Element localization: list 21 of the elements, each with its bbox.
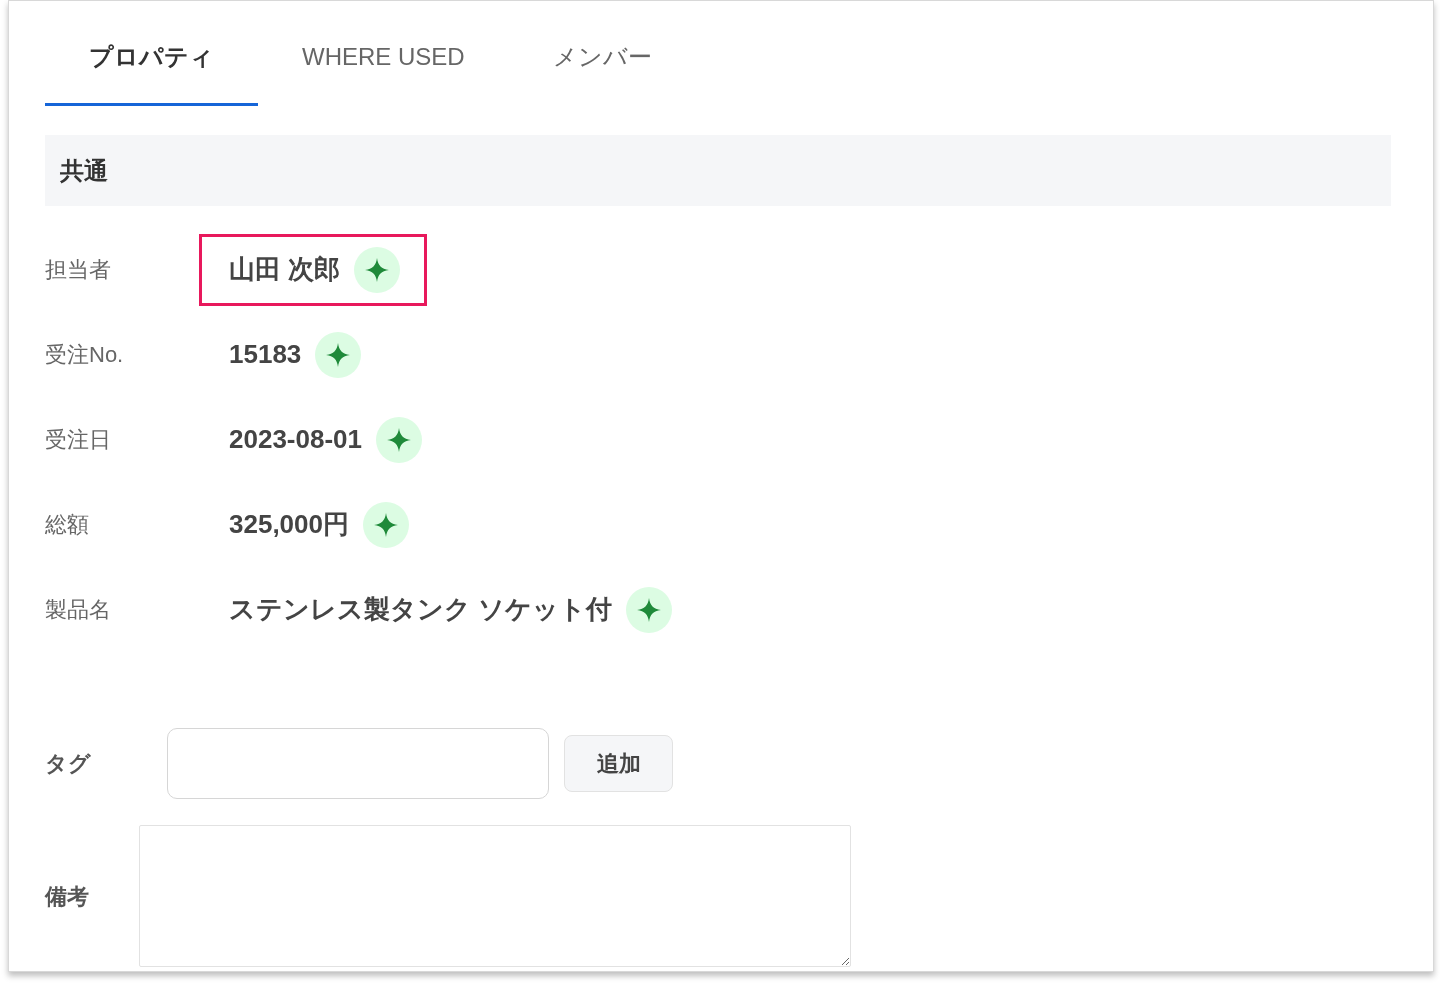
add-button[interactable]: 追加 (564, 735, 673, 792)
field-value: ステンレス製タンク ソケット付 (229, 593, 613, 626)
sparkle-icon[interactable] (363, 501, 409, 548)
field-value: 山田 次郎 (229, 253, 341, 286)
field-label: 受注No. (45, 341, 125, 369)
tab[interactable]: WHERE USED (258, 1, 509, 106)
field-label: 受注日 (45, 426, 112, 454)
tag-input[interactable] (167, 728, 549, 799)
field-value: 325,000円 (229, 508, 349, 541)
section-title: 共通 (60, 155, 108, 186)
remarks-label: 備考 (45, 882, 90, 911)
remarks-field[interactable] (139, 825, 851, 967)
field-label: 担当者 (45, 256, 112, 284)
tab[interactable]: メンバー (508, 1, 696, 106)
field-label: 総額 (45, 511, 90, 539)
field-label: 製品名 (45, 596, 112, 624)
field-value: 15183 (229, 338, 302, 371)
tag-label: タグ (45, 750, 92, 778)
field-value: 2023-08-01 (229, 423, 362, 456)
sparkle-icon[interactable] (376, 416, 422, 463)
tab[interactable]: プロパティ (45, 1, 258, 106)
